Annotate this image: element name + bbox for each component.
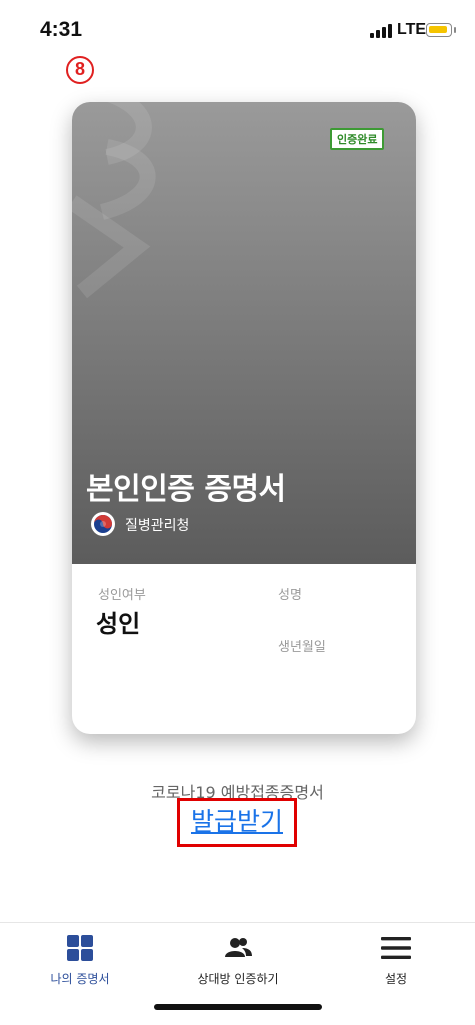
signal-icon bbox=[370, 24, 392, 38]
nav-item-settings[interactable]: 설정 bbox=[317, 923, 475, 1003]
network-label: LTE bbox=[397, 21, 427, 38]
status-bar: 4:31 LTE bbox=[0, 0, 475, 60]
step-marker: 8 bbox=[66, 56, 94, 84]
people-icon bbox=[225, 938, 252, 957]
nav-item-verify-other[interactable]: 상대방 인증하기 bbox=[159, 923, 317, 1003]
government-emblem-icon bbox=[91, 512, 115, 536]
adult-status-label: 성인여부 bbox=[98, 588, 146, 603]
verified-badge: 인증완료 bbox=[330, 128, 385, 150]
nav-label: 상대방 인증하기 bbox=[197, 972, 279, 986]
certificate-title: 본인인증 증명서 bbox=[86, 472, 286, 507]
adult-status-value: 성인 bbox=[96, 610, 141, 638]
home-indicator bbox=[154, 1004, 322, 1010]
nav-label: 나의 증명서 bbox=[50, 972, 110, 986]
grid-icon bbox=[67, 935, 93, 961]
menu-icon bbox=[381, 937, 411, 959]
birthdate-label: 생년월일 bbox=[278, 640, 326, 655]
name-label: 성명 bbox=[278, 588, 302, 603]
certificate-card[interactable]: 인증완료 본인인증 증명서 질병관리청 성인여부 성인 성명 생년월일 bbox=[72, 102, 416, 734]
card-header: 인증완료 본인인증 증명서 질병관리청 bbox=[72, 102, 416, 564]
decorative-logo-icon bbox=[72, 102, 156, 299]
issue-certificate-link[interactable]: 발급받기 bbox=[177, 798, 297, 847]
battery-icon bbox=[426, 23, 452, 37]
nav-item-my-certificates[interactable]: 나의 증명서 bbox=[1, 923, 159, 1003]
agency-name: 질병관리청 bbox=[125, 518, 190, 534]
nav-label: 설정 bbox=[384, 972, 408, 986]
status-time: 4:31 bbox=[40, 18, 83, 41]
